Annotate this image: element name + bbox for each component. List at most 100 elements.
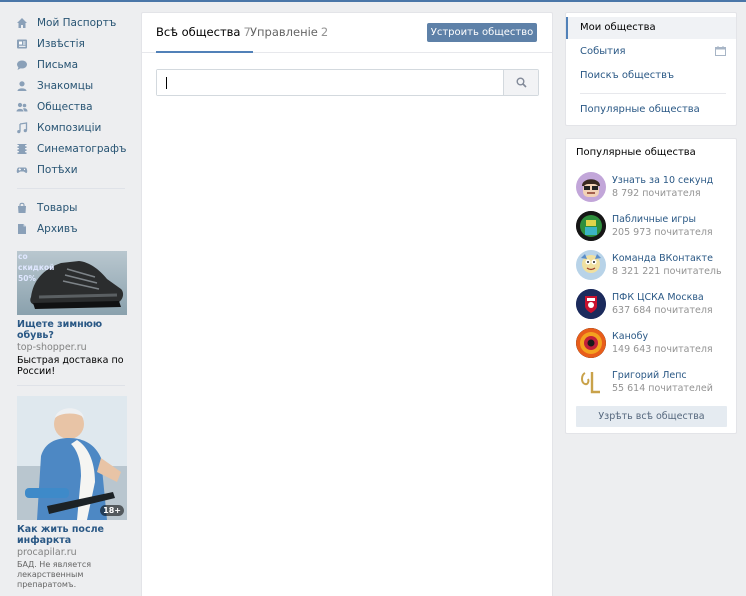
popular-group-item[interactable]: Григорий Лепс 55 614 почитателей — [576, 366, 734, 398]
music-icon — [16, 121, 28, 134]
games-icon — [16, 164, 28, 176]
search-input[interactable] — [157, 70, 503, 95]
archive-icon — [16, 223, 28, 235]
popular-group-item[interactable]: ПФК ЦСКА Москва 637 684 почитателя — [576, 288, 734, 320]
popular-group-item[interactable]: Канобу 149 643 почитателя — [576, 327, 734, 359]
age-badge: 18+ — [100, 505, 124, 516]
search-box — [156, 69, 539, 96]
leps-monogram-icon — [581, 372, 600, 394]
game-character-icon — [576, 211, 606, 241]
group-avatar[interactable] — [576, 172, 606, 202]
nav-item-groups[interactable]: Общества — [12, 96, 132, 117]
group-subscribers: 55 614 почитателей — [612, 383, 713, 394]
show-all-groups-button[interactable]: Узрѣть всѣ общества — [576, 406, 727, 427]
nav-item-label: Синематографъ — [37, 142, 127, 155]
market-icon — [16, 202, 28, 214]
group-name[interactable]: ПФК ЦСКА Москва — [612, 291, 713, 304]
nav-item-label: Потѣхи — [37, 163, 78, 176]
menu-popular-groups[interactable]: Популярные общества — [566, 99, 736, 121]
ad-block[interactable]: 18+ Как жить после инфаркта procapilar.r… — [17, 396, 127, 590]
sidebar-divider — [17, 385, 125, 386]
nav-item-label: Общества — [37, 100, 93, 113]
friends-icon — [16, 80, 28, 92]
nav-item-label: Композиціи — [37, 121, 102, 134]
tab-management[interactable]: Управленіе 2 — [250, 13, 328, 53]
search-button[interactable] — [503, 70, 538, 95]
ad-disclaimer: БАД. Не является лекарственным препарато… — [17, 560, 92, 589]
tab-label: Всѣ общества — [156, 25, 241, 39]
popular-title: Популярные общества — [576, 147, 696, 158]
ad-title[interactable]: Ищете зимнюю обувь? — [17, 319, 127, 341]
menu-divider — [580, 93, 726, 94]
create-group-button[interactable]: Устроить общество — [427, 23, 537, 42]
sidebar-divider — [17, 188, 125, 189]
nav-item-label: Письма — [37, 58, 79, 71]
group-name[interactable]: Команда ВКонтакте — [612, 252, 722, 265]
ad-domain: procapilar.ru — [17, 547, 77, 558]
nav-item-market[interactable]: Товары — [12, 197, 132, 218]
kanobu-logo-icon — [576, 328, 606, 358]
group-subscribers: 637 684 почитателя — [612, 305, 713, 316]
tab-label: Управленіе — [250, 25, 318, 39]
popular-group-item[interactable]: Команда ВКонтакте 8 321 221 почитатель — [576, 249, 734, 281]
menu-events[interactable]: События — [566, 41, 736, 63]
nav-item-games[interactable]: Потѣхи — [12, 159, 132, 180]
group-avatar[interactable] — [576, 328, 606, 358]
group-avatar[interactable] — [576, 367, 606, 397]
group-subscribers: 205 973 почитателя — [612, 227, 713, 238]
group-name[interactable]: Канобу — [612, 330, 713, 343]
menu-events-label: События — [580, 46, 626, 57]
cartoon-face-icon — [576, 172, 606, 202]
popular-groups-block: Популярные общества Узнать за 10 секунд … — [565, 138, 737, 434]
nav-item-profile[interactable]: Мой Паспортъ — [12, 12, 132, 33]
tab-count: 2 — [320, 25, 329, 39]
ad-domain: top-shopper.ru — [17, 342, 87, 353]
ad-block[interactable]: со скидкой 50% Ищете зимнюю обувь? top-s… — [17, 251, 127, 377]
group-name[interactable]: Узнать за 10 секунд — [612, 174, 713, 187]
nav-item-news[interactable]: Извѣстія — [12, 33, 132, 54]
ad-discount-text: со скидкой 50% — [18, 252, 55, 283]
group-avatar[interactable] — [576, 289, 606, 319]
nav-item-label: Архивъ — [37, 222, 78, 235]
group-avatar[interactable] — [576, 211, 606, 241]
popular-group-item[interactable]: Узнать за 10 секунд 8 792 почитателя — [576, 171, 734, 203]
nav-item-label: Знакомцы — [37, 79, 94, 92]
ad-image-boots[interactable]: со скидкой 50% — [17, 251, 127, 315]
nav-item-video[interactable]: Синематографъ — [12, 138, 132, 159]
top-accent-bar — [0, 0, 746, 2]
group-subscribers: 149 643 почитателя — [612, 344, 713, 355]
calendar-icon — [715, 46, 726, 56]
right-menu: Мои общества События Поискъ обществъ Поп… — [565, 12, 737, 126]
left-sidebar: Мой Паспортъ Извѣстія Письма Знакомцы Об… — [12, 12, 132, 596]
group-subscribers: 8 792 почитателя — [612, 188, 701, 199]
video-icon — [16, 143, 28, 155]
ad-title[interactable]: Как жить после инфаркта — [17, 524, 127, 546]
groups-main-panel: Всѣ общества 7 Управленіе 2 Устроить общес… — [141, 12, 553, 596]
popular-group-item[interactable]: Пабличные игры 205 973 почитателя — [576, 210, 734, 242]
nav-item-label: Товары — [37, 201, 78, 214]
search-icon — [516, 77, 527, 88]
group-name[interactable]: Пабличные игры — [612, 213, 713, 226]
nav-item-friends[interactable]: Знакомцы — [12, 75, 132, 96]
groups-icon — [16, 101, 28, 113]
ad-text: Быстрая доставка по России! — [17, 355, 124, 377]
vk-team-mascot-icon — [576, 250, 606, 280]
news-icon — [16, 38, 28, 50]
nav-item-archive[interactable]: Архивъ — [12, 218, 132, 239]
group-avatar[interactable] — [576, 250, 606, 280]
group-name[interactable]: Григорий Лепс — [612, 369, 713, 382]
nav-item-label: Мой Паспортъ — [37, 16, 117, 29]
nav-item-messages[interactable]: Письма — [12, 54, 132, 75]
nav-item-label: Извѣстія — [37, 37, 85, 50]
ad-image-man-exercise[interactable]: 18+ — [17, 396, 127, 520]
home-icon — [16, 17, 28, 29]
nav-item-music[interactable]: Композиціи — [12, 117, 132, 138]
menu-my-groups[interactable]: Мои общества — [566, 17, 736, 39]
man-illustration — [17, 396, 127, 520]
cska-emblem-icon — [576, 289, 606, 319]
tabs-bar: Всѣ общества 7 Управленіе 2 Устроить общес… — [142, 13, 552, 53]
menu-search-groups[interactable]: Поискъ обществъ — [566, 65, 736, 87]
tab-all-groups[interactable]: Всѣ общества 7 — [156, 13, 253, 53]
text-cursor — [166, 77, 167, 89]
group-subscribers: 8 321 221 почитатель — [612, 266, 722, 277]
